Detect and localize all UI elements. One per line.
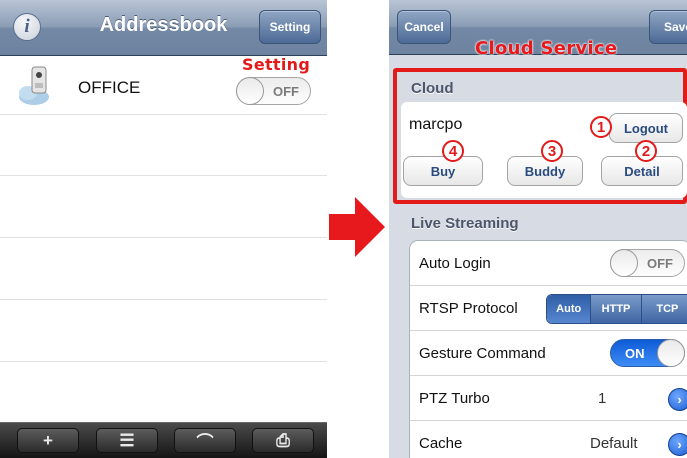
auto-login-row: Auto Login OFF [410, 241, 687, 286]
buy-button[interactable]: Buy [403, 156, 483, 186]
rtsp-tcp-option[interactable]: TCP [641, 295, 687, 323]
logout-button[interactable]: Logout [609, 113, 683, 143]
gesture-toggle[interactable]: ON [610, 339, 685, 367]
buddy-button[interactable]: Buddy [507, 156, 583, 186]
setting-button[interactable]: Setting [259, 10, 321, 44]
list-item [0, 115, 327, 176]
auto-login-toggle[interactable]: OFF [610, 249, 685, 277]
cloud-username: marcpo [409, 116, 463, 133]
ptz-row[interactable]: PTZ Turbo 1 › [410, 376, 687, 421]
disclosure-icon[interactable]: › [668, 433, 687, 456]
list-item [0, 300, 327, 362]
marker-4: 4 [442, 140, 464, 162]
chart-icon[interactable]: ⌒ [174, 428, 236, 453]
add-icon[interactable]: + [17, 428, 79, 453]
rtsp-http-option[interactable]: HTTP [591, 295, 642, 323]
toggle-state: OFF [647, 255, 673, 271]
list-item [0, 176, 327, 238]
cache-row[interactable]: Cache Default › [410, 421, 687, 458]
rtsp-row: RTSP Protocol Auto HTTP TCP [410, 286, 687, 331]
marker-1: 1 [590, 116, 612, 138]
arrow-right-icon [329, 197, 385, 257]
device-name: OFFICE [78, 78, 141, 97]
toggle-state: OFF [273, 83, 299, 99]
marker-2: 2 [635, 140, 657, 162]
live-streaming-group: Auto Login OFF RTSP Protocol Auto HTTP T… [409, 240, 687, 458]
cloud-service-annotation: Cloud Service [475, 38, 618, 59]
toggle-state: ON [625, 345, 645, 361]
cloud-service-screen: Cancel Save Cloud Service Cloud marcpo L… [389, 0, 687, 458]
live-streaming-header: Live Streaming [411, 215, 519, 232]
save-button[interactable]: Save [649, 10, 687, 44]
toggle-knob [236, 77, 264, 105]
camera-cloud-icon [19, 66, 49, 105]
rtsp-auto-option[interactable]: Auto [547, 295, 592, 323]
edit-list-icon[interactable]: ☰ [96, 428, 158, 453]
ptz-value: 1 [598, 390, 607, 407]
bottom-toolbar: + ☰ ⌒ ⎙ [0, 422, 327, 458]
gesture-row: Gesture Command ON [410, 331, 687, 376]
toggle-knob [657, 339, 685, 367]
cloud-header: Cloud [411, 80, 454, 97]
list-item [0, 362, 327, 423]
cancel-button[interactable]: Cancel [397, 10, 451, 44]
device-toggle[interactable]: OFF [236, 77, 311, 105]
rtsp-segmented-control: Auto HTTP TCP [546, 294, 687, 324]
disclosure-icon[interactable]: › [668, 388, 687, 411]
cache-label: Cache [419, 435, 463, 452]
cache-value: Default [590, 435, 638, 452]
print-icon[interactable]: ⎙ [252, 428, 314, 453]
device-row[interactable]: OFFICE OFF [0, 56, 327, 115]
list-item [0, 238, 327, 300]
rtsp-label: RTSP Protocol [419, 300, 518, 317]
addressbook-screen: i Addressbook Setting Setting OFFICE OFF… [0, 0, 327, 458]
navigation-bar: i Addressbook Setting [0, 0, 327, 56]
ptz-label: PTZ Turbo [419, 390, 490, 407]
toggle-knob [610, 249, 638, 277]
auto-login-label: Auto Login [419, 255, 491, 272]
marker-3: 3 [541, 140, 563, 162]
gesture-label: Gesture Command [419, 345, 546, 362]
